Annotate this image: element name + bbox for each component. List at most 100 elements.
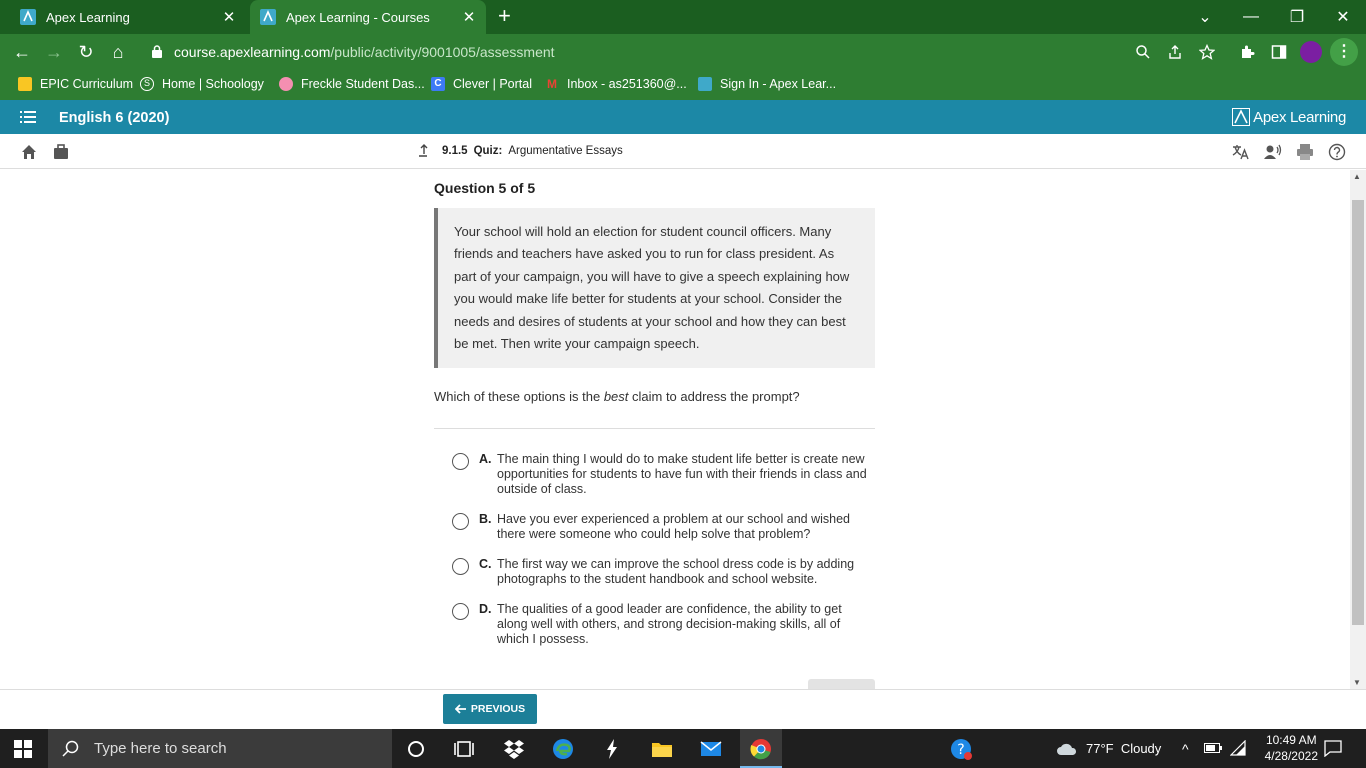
translate-icon[interactable]: [1232, 143, 1250, 161]
weather-widget[interactable]: 77°F Cloudy: [1056, 729, 1161, 768]
clock-date: 4/28/2022: [1264, 749, 1318, 763]
tab-search-chevron-icon[interactable]: ⌄: [1182, 0, 1228, 34]
radio-button[interactable]: [452, 513, 469, 530]
submit-button[interactable]: [808, 679, 875, 689]
edge-icon[interactable]: [551, 737, 575, 761]
tab-title: Apex Learning - Courses: [286, 9, 430, 25]
task-view-icon[interactable]: [452, 737, 476, 761]
close-tab-icon[interactable]: ✕: [460, 8, 478, 26]
url-text: course.apexlearning.com/public/activity/…: [174, 44, 555, 60]
profile-avatar[interactable]: [1300, 41, 1322, 63]
browser-tab-apex-learning[interactable]: Apex Learning ✕: [20, 0, 246, 34]
help-icon[interactable]: [1328, 143, 1346, 161]
restore-icon[interactable]: ❐: [1274, 0, 1320, 34]
minimize-icon[interactable]: —: [1228, 0, 1274, 34]
radio-button[interactable]: [452, 453, 469, 470]
chrome-icon: [750, 739, 771, 760]
home-icon[interactable]: [20, 143, 38, 161]
bookmark-gmail[interactable]: M Inbox - as251360@...: [545, 77, 687, 91]
option-text[interactable]: The first way we can improve the school …: [497, 557, 867, 587]
answer-option-a[interactable]: A. The main thing I would do to make stu…: [452, 452, 872, 497]
battery-icon[interactable]: [1204, 743, 1222, 753]
windows-start-icon[interactable]: [14, 740, 32, 758]
chrome-taskbar-button[interactable]: [740, 729, 782, 768]
scroll-up-icon[interactable]: ▲: [1353, 172, 1361, 181]
bookmark-freckle[interactable]: Freckle Student Das...: [279, 77, 425, 91]
answer-option-d[interactable]: D. The qualities of a good leader are co…: [452, 602, 872, 647]
activity-type: Quiz:: [473, 145, 503, 157]
apex-icon: [698, 77, 712, 91]
vertical-scrollbar[interactable]: ▲ ▼: [1350, 170, 1366, 689]
system-clock[interactable]: 10:49 AM 4/28/2022: [1265, 732, 1318, 764]
apex-logo-icon: [1232, 108, 1251, 126]
forward-icon[interactable]: →: [43, 41, 65, 63]
question-text-end: claim to address the prompt?: [628, 389, 800, 404]
zoom-icon[interactable]: [1135, 44, 1151, 60]
schoology-icon: S: [140, 77, 154, 91]
scroll-down-icon[interactable]: ▼: [1353, 678, 1361, 687]
print-icon[interactable]: [1296, 143, 1314, 161]
radio-button[interactable]: [452, 558, 469, 575]
option-letter: B.: [479, 512, 492, 526]
option-text[interactable]: Have you ever experienced a problem at o…: [497, 512, 867, 542]
new-tab-icon[interactable]: +: [498, 5, 511, 27]
share-icon[interactable]: [1167, 44, 1183, 60]
bookmark-schoology[interactable]: S Home | Schoology: [140, 77, 264, 91]
previous-label: PREVIOUS: [470, 703, 526, 715]
question-counter: Question 5 of 5: [434, 180, 536, 196]
close-window-icon[interactable]: ✕: [1320, 0, 1366, 34]
app-lightning-icon[interactable]: [600, 737, 624, 761]
extensions-icon[interactable]: [1239, 44, 1255, 60]
arrow-left-icon: [454, 704, 466, 714]
option-letter: A.: [479, 452, 492, 466]
option-letter: C.: [479, 557, 492, 571]
activity-title: Argumentative Essays: [508, 145, 623, 157]
bookmark-label: Freckle Student Das...: [301, 77, 425, 91]
dropbox-icon[interactable]: [502, 737, 526, 761]
file-explorer-icon[interactable]: [650, 737, 674, 761]
cortana-icon[interactable]: [404, 737, 428, 761]
answer-option-b[interactable]: B. Have you ever experienced a problem a…: [452, 512, 872, 542]
search-icon: [62, 740, 79, 757]
close-tab-icon[interactable]: ✕: [220, 8, 238, 26]
activity-number: 9.1.5: [442, 145, 468, 157]
home-icon[interactable]: ⌂: [107, 41, 129, 63]
notification-icon[interactable]: [1324, 740, 1342, 757]
lock-icon: [152, 45, 162, 58]
mail-icon[interactable]: [699, 737, 723, 761]
text-to-speech-icon[interactable]: [1264, 143, 1282, 161]
bookmark-label: Sign In - Apex Lear...: [720, 77, 837, 91]
previous-button[interactable]: PREVIOUS: [443, 694, 537, 724]
bookmark-label: EPIC Curriculum: [40, 77, 134, 91]
bookmark-epic[interactable]: EPIC Curriculum: [18, 77, 133, 91]
answer-option-c[interactable]: C. The first way we can improve the scho…: [452, 557, 872, 587]
address-bar[interactable]: course.apexlearning.com/public/activity/…: [140, 38, 1228, 66]
wifi-icon[interactable]: [1230, 740, 1246, 756]
back-icon[interactable]: ←: [11, 41, 33, 63]
taskbar-search-box[interactable]: Type here to search: [48, 729, 392, 768]
search-placeholder: Type here to search: [94, 740, 227, 757]
up-arrow-icon[interactable]: [416, 144, 430, 158]
radio-button[interactable]: [452, 603, 469, 620]
help-app-icon[interactable]: ?: [949, 737, 973, 761]
apex-logo: Apex Learning: [1232, 108, 1346, 126]
reload-icon[interactable]: ↻: [75, 41, 97, 63]
activity-toolbar: 9.1.5 Quiz: Argumentative Essays: [0, 134, 1366, 169]
course-title: English 6 (2020): [59, 110, 170, 126]
bookmark-label: Home | Schoology: [162, 77, 264, 91]
browser-menu-icon[interactable]: ⋮: [1330, 38, 1358, 66]
menu-icon[interactable]: [20, 111, 36, 123]
browser-tab-apex-courses[interactable]: Apex Learning - Courses ✕: [250, 0, 486, 34]
bookmark-star-icon[interactable]: [1199, 44, 1215, 60]
clever-icon: C: [431, 77, 445, 91]
bookmark-clever[interactable]: C Clever | Portal: [431, 77, 532, 91]
show-hidden-icons-icon[interactable]: ^: [1182, 729, 1189, 768]
briefcase-icon[interactable]: [52, 143, 70, 161]
option-text[interactable]: The main thing I would do to make studen…: [497, 452, 867, 497]
option-text[interactable]: The qualities of a good leader are confi…: [497, 602, 867, 647]
question-emphasis: best: [603, 389, 629, 404]
side-panel-icon[interactable]: [1271, 44, 1287, 60]
scrollbar-thumb[interactable]: [1352, 200, 1364, 625]
quiz-footer: PREVIOUS: [0, 689, 1366, 729]
bookmark-apex-signin[interactable]: Sign In - Apex Lear...: [698, 77, 836, 91]
